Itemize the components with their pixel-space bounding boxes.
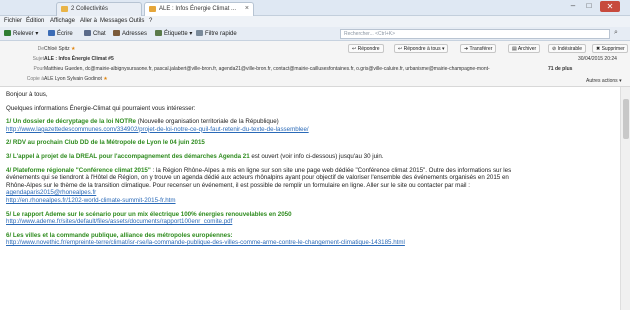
message-body: Bonjour à tous, Quelques informations Én… xyxy=(0,87,617,310)
tab-message[interactable]: ALE : Infos Énergie Climat ... × xyxy=(144,2,254,16)
filter-icon xyxy=(196,30,203,36)
tab-label: ALE : Infos Énergie Climat ... xyxy=(159,6,237,12)
folder-icon xyxy=(61,6,68,12)
message-date: 30/04/2015 20:24 xyxy=(578,56,617,62)
section-3: 3/ L'appel à projet de la DREAL pour l'a… xyxy=(6,153,611,161)
tab-collectivites[interactable]: 2 Collectivités xyxy=(56,2,142,16)
scrollbar-thumb[interactable] xyxy=(623,99,629,139)
section-5-link[interactable]: http://www.ademe.fr/sites/default/files/… xyxy=(6,218,232,225)
section-1-link[interactable]: http://www.lagazettedescommunes.com/3349… xyxy=(6,126,309,133)
greeting: Bonjour à tous, xyxy=(6,91,48,98)
delete-button[interactable]: ✖ Supprimer xyxy=(592,44,628,53)
tab-bar: 2 Collectivités ALE : Infos Énergie Clim… xyxy=(0,0,630,16)
reply-label: Répondre xyxy=(357,46,380,52)
subject-label: Sujet xyxy=(32,56,44,62)
other-actions-button[interactable]: Autres actions ▾ xyxy=(586,78,622,84)
menu-edition[interactable]: Édition xyxy=(26,18,44,24)
message-header: De Chloé Spitz ★ Sujet ALE : Infos Énerg… xyxy=(0,41,630,87)
download-icon xyxy=(4,30,11,36)
section-4-text-3: Rhône-Alpes sur le thème de la transitio… xyxy=(6,181,470,189)
cc-label: Copie à xyxy=(26,76,44,82)
from-name: Chloé Spitz xyxy=(44,46,70,52)
to-value[interactable]: Matthieu Gueden, dc@mairie-albignysursao… xyxy=(44,66,544,72)
tag-icon xyxy=(155,30,162,36)
tag-label: Étiquette xyxy=(164,31,188,37)
section-4-text-2: événements qui se tiendront à l'Hôtel de… xyxy=(6,174,509,182)
to-label: Pour xyxy=(33,66,44,72)
address-book-button[interactable]: Adresses xyxy=(113,30,147,37)
section-4: 4/ Plateforme régionale "Conférence clim… xyxy=(6,167,611,175)
from-value[interactable]: Chloé Spitz ★ xyxy=(44,46,75,52)
menu-aller[interactable]: Aller à xyxy=(80,18,97,24)
section-6-link[interactable]: http://www.novethic.fr/empreinte-terre/c… xyxy=(6,239,405,246)
forward-button[interactable]: ➜ Transférer xyxy=(460,44,497,53)
minimize-button[interactable]: – xyxy=(566,1,580,10)
archive-label: Archiver xyxy=(517,46,537,52)
reply-all-button[interactable]: ↩ Répondre à tous ▾ xyxy=(394,44,449,53)
forward-label: Transférer xyxy=(469,46,493,52)
pencil-icon xyxy=(48,30,55,36)
section-1-text: (Nouvelle organisation territoriale de l… xyxy=(135,118,279,126)
close-tab-icon[interactable]: × xyxy=(245,5,249,12)
address-book-label: Adresses xyxy=(122,31,148,37)
junk-button[interactable]: ⊘ Indésirable xyxy=(548,44,587,53)
quick-filter-button[interactable]: Filtre rapide xyxy=(196,30,237,37)
maximize-button[interactable]: □ xyxy=(582,1,596,10)
quick-filter-label: Filtre rapide xyxy=(205,31,237,37)
section-5-title: 5/ Le rapport Ademe sur le scénario pour… xyxy=(6,210,292,218)
section-2-title: 2/ RDV au prochain Club DD de la Métropo… xyxy=(6,139,205,147)
cc-name: ALE Lyon Sylvain Godinot xyxy=(44,76,102,82)
search-input[interactable]: Rechercher... <Ctrl+K> xyxy=(340,29,610,39)
get-mail-button[interactable]: Relever ▾ xyxy=(4,30,38,37)
section-4-link[interactable]: http://en.rhonealpes.fr/1202-world-clima… xyxy=(6,197,176,204)
star-icon[interactable]: ★ xyxy=(71,46,75,52)
menu-bar: Fichier Édition Affichage Aller à Messag… xyxy=(0,16,630,27)
write-label: Écrire xyxy=(57,31,73,37)
menu-help[interactable]: ? xyxy=(149,18,152,24)
menu-messages[interactable]: Messages xyxy=(100,18,127,24)
menu-fichier[interactable]: Fichier xyxy=(4,18,22,24)
mail-window: 2 Collectivités ALE : Infos Énergie Clim… xyxy=(0,0,630,310)
search-icon[interactable]: ⌕ xyxy=(614,29,618,37)
section-4-text-1: : la Région Rhône-Alpes a mis en ligne s… xyxy=(150,166,512,174)
menu-affichage[interactable]: Affichage xyxy=(50,18,75,24)
subject-value: ALE : Infos Énergie Climat #5 xyxy=(44,56,114,62)
chat-icon xyxy=(84,30,91,36)
more-recipients[interactable]: 71 de plus xyxy=(548,66,572,72)
section-6-title: 6/ Les villes et la commande publique, a… xyxy=(6,231,233,239)
chat-button[interactable]: Chat xyxy=(84,30,106,37)
tab-label: 2 Collectivités xyxy=(71,6,109,12)
close-window-button[interactable]: ✕ xyxy=(600,1,620,12)
reply-button[interactable]: ↩ Répondre xyxy=(348,44,384,53)
intro: Quelques informations Énergie-Climat qui… xyxy=(6,104,196,112)
section-3-text: est ouvert (voir info ci-dessous) jusqu'… xyxy=(249,152,384,160)
section-3-title: 3/ L'appel à projet de la DREAL pour l'a… xyxy=(6,152,250,160)
get-mail-label: Relever xyxy=(13,31,34,37)
chat-label: Chat xyxy=(93,31,106,37)
toolbar: Relever ▾ Écrire Chat Adresses Étiquette… xyxy=(0,27,630,41)
tag-button[interactable]: Étiquette ▾ xyxy=(155,30,192,37)
star-icon[interactable]: ★ xyxy=(103,76,107,82)
write-button[interactable]: Écrire xyxy=(48,30,73,37)
delete-label: Supprimer xyxy=(601,46,625,52)
menu-outils[interactable]: Outils xyxy=(129,18,144,24)
junk-label: Indésirable xyxy=(557,46,583,52)
archive-button[interactable]: ▤ Archiver xyxy=(508,44,541,53)
cc-value[interactable]: ALE Lyon Sylvain Godinot ★ xyxy=(44,76,108,82)
section-1-title: 1/ Un dossier de décryptage de la loi NO… xyxy=(6,118,136,126)
section-4-title: 4/ Plateforme régionale "Conférence clim… xyxy=(6,166,151,174)
section-1: 1/ Un dossier de décryptage de la loi NO… xyxy=(6,118,611,126)
scrollbar[interactable] xyxy=(620,87,630,310)
reply-all-label: Répondre à tous xyxy=(403,46,441,52)
other-actions-label: Autres actions xyxy=(586,78,618,84)
section-4-mail-link[interactable]: agendaparis2015@rhonealpes.fr xyxy=(6,189,96,196)
envelope-icon xyxy=(149,6,156,12)
address-book-icon xyxy=(113,30,120,36)
from-label: De xyxy=(37,46,44,52)
